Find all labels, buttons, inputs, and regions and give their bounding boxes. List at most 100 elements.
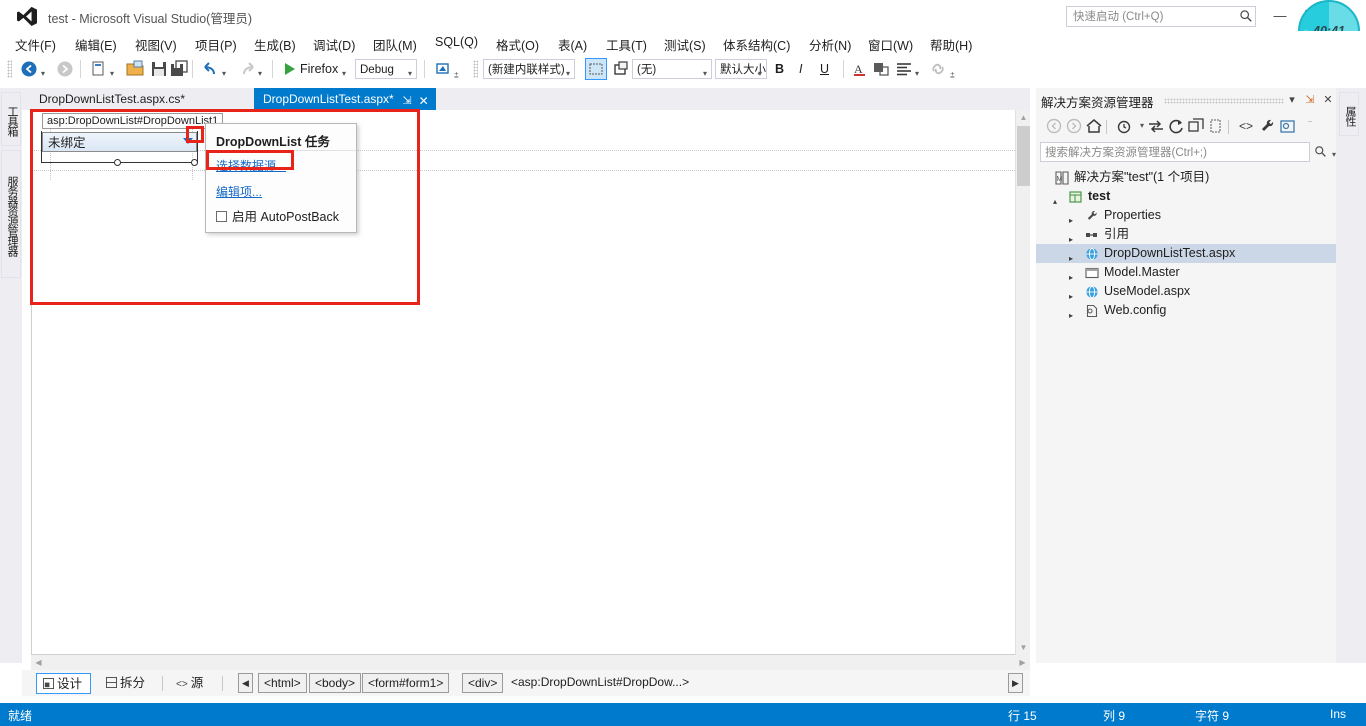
- bold-button[interactable]: B: [775, 58, 784, 80]
- menu-item-debug[interactable]: 调试(D): [306, 33, 362, 53]
- menu-item-table[interactable]: 表(A): [551, 33, 594, 53]
- menu-item-help[interactable]: 帮助(H): [923, 33, 979, 53]
- css-class-icon[interactable]: [585, 58, 607, 80]
- tag-chip-div[interactable]: <div>: [462, 673, 504, 693]
- block-format-combo[interactable]: (无) ▾: [632, 59, 712, 79]
- save-all-icon[interactable]: [168, 58, 190, 80]
- chevron-down-icon[interactable]: ▾: [1284, 92, 1300, 108]
- tag-chip-html[interactable]: <html>: [258, 673, 307, 693]
- sync-icon[interactable]: [1146, 116, 1166, 136]
- new-item-dropdown[interactable]: ▾: [110, 63, 114, 85]
- scroll-up-arrow[interactable]: ▲: [1016, 110, 1031, 125]
- view-code-icon[interactable]: <>: [1236, 116, 1256, 136]
- designer-view-bar: 设计 拆分 <> 源 ◀ <html> <body> <form#form1> <…: [22, 670, 1030, 696]
- preview-selected-items-icon[interactable]: [1278, 116, 1298, 136]
- sidebar-item-properties[interactable]: 属性: [1339, 92, 1359, 136]
- undo-icon[interactable]: [200, 58, 222, 80]
- menu-item-view[interactable]: 视图(V): [128, 33, 184, 53]
- toolbar-grip[interactable]: [7, 60, 12, 78]
- expander-icon[interactable]: ▸: [1069, 306, 1073, 325]
- quick-launch-input[interactable]: 快速启动 (Ctrl+Q): [1066, 6, 1256, 27]
- status-line: 行 15: [1008, 709, 1037, 723]
- home-icon[interactable]: [1084, 116, 1104, 136]
- new-item-icon[interactable]: [88, 58, 110, 80]
- foreground-color-icon[interactable]: A: [849, 58, 871, 80]
- tree-node-solution[interactable]: M 解决方案"test"(1 个项目): [1036, 168, 1336, 187]
- solution-explorer-panel: 解决方案资源管理器 ▾ ⇲ ✕ ▾ <> ¨ 搜索解决方案资源管理器(Ctrl+…: [1036, 88, 1336, 663]
- solution-explorer-search-input[interactable]: 搜索解决方案资源管理器(Ctrl+;): [1040, 142, 1310, 162]
- attach-style-sheet-icon[interactable]: [610, 58, 632, 80]
- scroll-left-arrow[interactable]: ◀: [31, 655, 46, 670]
- start-debug-target-label[interactable]: Firefox: [300, 58, 338, 80]
- menu-item-project[interactable]: 项目(P): [188, 33, 244, 53]
- toolbar-grip[interactable]: [473, 60, 478, 78]
- underline-button[interactable]: U: [820, 58, 829, 80]
- properties-icon[interactable]: [1258, 116, 1278, 136]
- menu-item-analyze[interactable]: 分析(N): [802, 33, 858, 53]
- undo-dropdown[interactable]: ▾: [222, 63, 226, 85]
- menu-item-format[interactable]: 格式(O): [489, 33, 546, 53]
- font-size-combo[interactable]: 默认大小 ▾: [715, 59, 767, 79]
- show-all-files-icon[interactable]: [1206, 116, 1226, 136]
- open-file-icon[interactable]: [124, 58, 146, 80]
- view-tab-split[interactable]: 拆分: [100, 673, 153, 694]
- tree-node-properties[interactable]: ▸ Properties: [1036, 206, 1336, 225]
- editor-tab-aspx[interactable]: DropDownListTest.aspx* ⇲ ✕: [254, 88, 436, 110]
- start-debug-dropdown[interactable]: ▾: [342, 63, 346, 85]
- style-target-dropdown[interactable]: ⩲: [454, 65, 459, 87]
- pin-icon[interactable]: ⇲: [1302, 92, 1318, 108]
- style-target-icon[interactable]: [432, 58, 454, 80]
- toolbar-overflow[interactable]: ⩲: [950, 65, 955, 87]
- navigate-back-icon[interactable]: [18, 58, 40, 80]
- align-dropdown[interactable]: ▾: [915, 63, 919, 85]
- sidebar-item-toolbox[interactable]: 工具箱: [1, 92, 21, 146]
- tree-node-usemodel-aspx[interactable]: ▸ UseModel.aspx: [1036, 282, 1336, 301]
- tag-chip-dropdownlist[interactable]: <asp:DropDownList#DropDow...>: [506, 673, 694, 693]
- solution-tree[interactable]: M 解决方案"test"(1 个项目) ▴ test ▸ Properties …: [1036, 168, 1336, 663]
- tag-nav-prev-button[interactable]: ◀: [238, 673, 253, 693]
- menu-item-file[interactable]: 文件(F): [8, 33, 63, 53]
- editor-tab-codebehind[interactable]: DropDownListTest.aspx.cs*: [30, 88, 195, 110]
- scroll-down-arrow[interactable]: ▼: [1016, 640, 1031, 655]
- tree-node-web-config[interactable]: ▸ Web.config: [1036, 301, 1336, 320]
- solution-configuration-combo[interactable]: Debug ▾: [355, 59, 417, 79]
- scroll-thumb[interactable]: [1017, 126, 1030, 186]
- scroll-right-arrow[interactable]: ▶: [1015, 655, 1030, 670]
- pending-changes-icon[interactable]: [1114, 116, 1134, 136]
- italic-button[interactable]: I: [799, 58, 802, 80]
- tag-chip-body[interactable]: <body>: [309, 673, 362, 693]
- menu-item-architecture[interactable]: 体系结构(C): [716, 33, 797, 53]
- solution-configuration-value: Debug: [360, 64, 394, 76]
- tag-chip-form[interactable]: <form#form1>: [362, 673, 450, 693]
- play-icon[interactable]: [278, 58, 300, 80]
- menu-item-window[interactable]: 窗口(W): [861, 33, 920, 53]
- navigate-back-dropdown[interactable]: ▾: [41, 63, 45, 85]
- close-icon[interactable]: ✕: [419, 90, 429, 112]
- menu-item-build[interactable]: 生成(B): [247, 33, 303, 53]
- tree-node-model-master[interactable]: ▸ Model.Master: [1036, 263, 1336, 282]
- view-tab-source[interactable]: <> 源: [170, 673, 211, 694]
- collapse-all-icon[interactable]: [1186, 116, 1206, 136]
- minimize-button[interactable]: —: [1266, 6, 1294, 26]
- style-application-combo[interactable]: (新建内联样式) ▾: [483, 59, 575, 79]
- view-tab-design[interactable]: 设计: [36, 673, 92, 694]
- align-left-icon[interactable]: [893, 58, 915, 80]
- tree-node-references[interactable]: ▸ 引用: [1036, 225, 1336, 244]
- refresh-icon[interactable]: [1166, 116, 1186, 136]
- menu-item-edit[interactable]: 编辑(E): [68, 33, 124, 53]
- designer-horizontal-scrollbar[interactable]: ◀ ▶: [31, 655, 1030, 670]
- designer-vertical-scrollbar[interactable]: ▲ ▼: [1015, 110, 1030, 655]
- solution-explorer-toolbar: ▾ <> ¨: [1036, 112, 1336, 140]
- sidebar-item-server-explorer[interactable]: 服务器资源管理器: [1, 150, 21, 278]
- menu-item-sql[interactable]: SQL(Q): [428, 33, 485, 52]
- save-icon[interactable]: [148, 58, 170, 80]
- tree-node-project-test[interactable]: ▴ test: [1036, 187, 1336, 206]
- overflow-icon[interactable]: ¨: [1300, 116, 1320, 136]
- tree-node-dropdownlisttest-aspx[interactable]: ▸ DropDownListTest.aspx: [1036, 244, 1336, 263]
- menu-item-test[interactable]: 测试(S): [657, 33, 713, 53]
- menu-item-team[interactable]: 团队(M): [366, 33, 424, 53]
- menu-item-tools[interactable]: 工具(T): [599, 33, 654, 53]
- tag-nav-next-button[interactable]: ▶: [1008, 673, 1023, 693]
- background-color-icon[interactable]: [870, 58, 892, 80]
- close-icon[interactable]: ✕: [1320, 92, 1336, 108]
